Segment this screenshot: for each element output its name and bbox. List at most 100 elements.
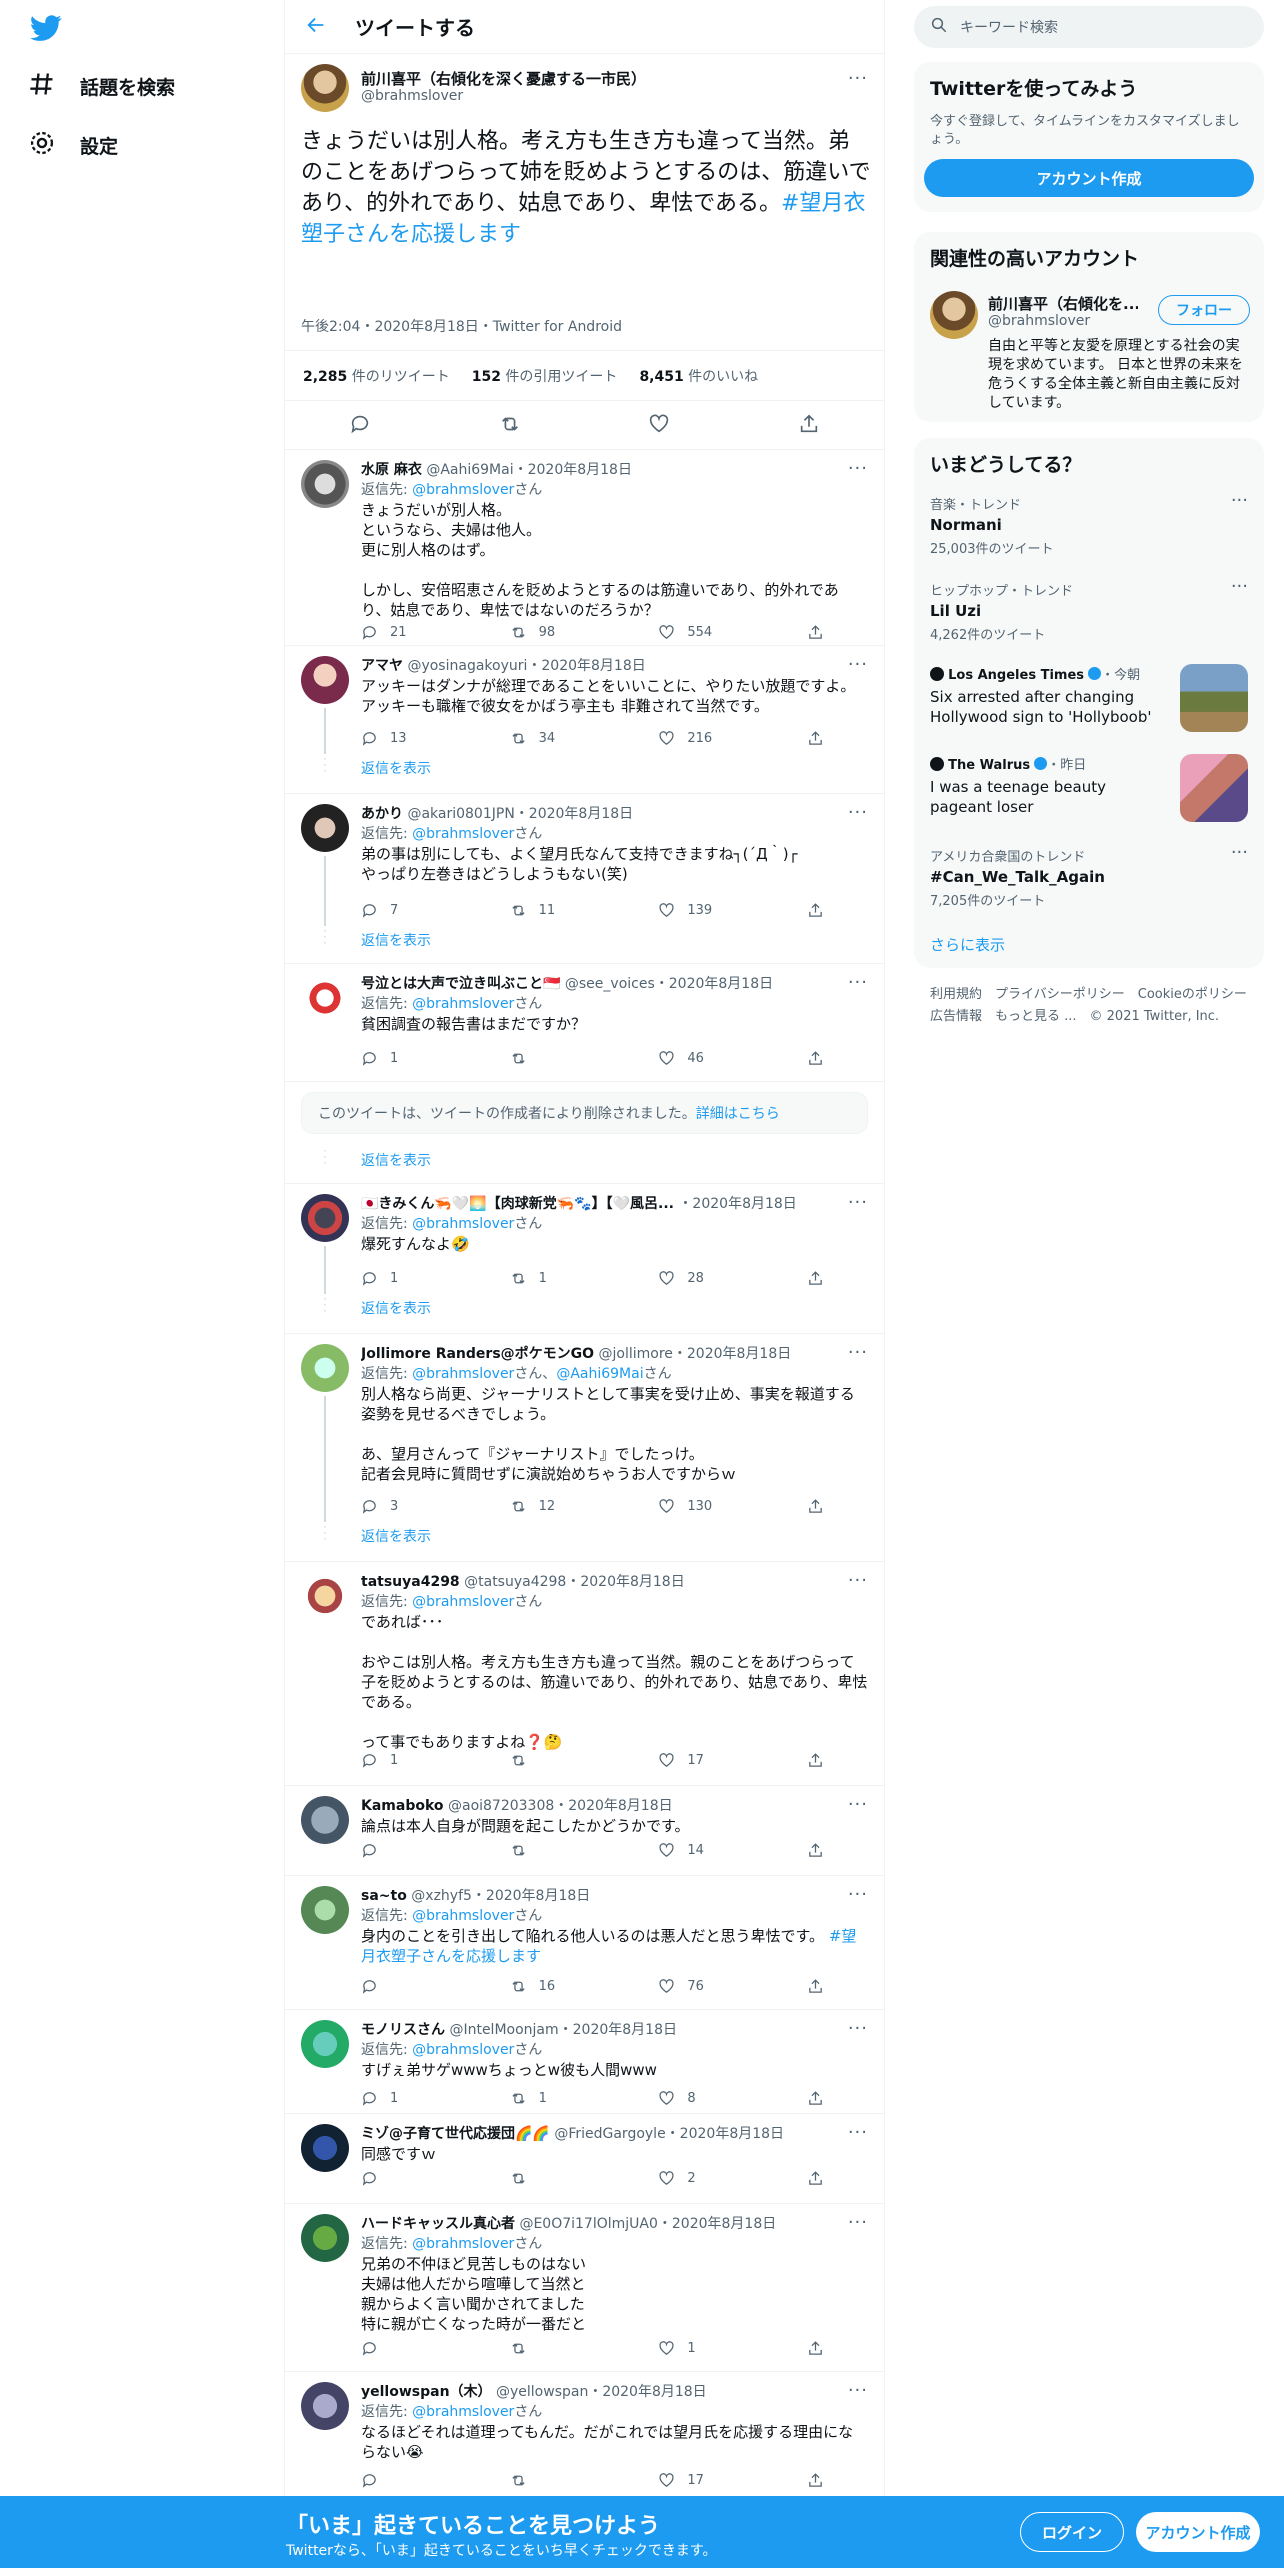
back-arrow-icon[interactable] — [305, 14, 327, 40]
avatar[interactable] — [301, 2020, 349, 2068]
avatar[interactable] — [301, 2124, 349, 2172]
show-replies-link[interactable]: 返信を表示 — [361, 1150, 431, 1170]
author-handle[interactable]: @brahmslover — [361, 88, 463, 104]
retweet-button[interactable] — [510, 1842, 620, 1859]
reply-button[interactable]: 3 — [361, 1498, 471, 1515]
author-handle[interactable]: @yosinagakoyuri・2020年8月18日 — [407, 658, 645, 674]
share-button[interactable] — [807, 902, 824, 919]
retweet-button[interactable] — [510, 2170, 620, 2187]
share-icon[interactable] — [798, 413, 820, 439]
show-more-link[interactable]: さらに表示 — [930, 934, 1005, 955]
author-handle[interactable]: @yellowspan・2020年8月18日 — [496, 2384, 707, 2400]
more-icon[interactable]: ··· — [848, 1794, 868, 1815]
more-icon[interactable]: ··· — [848, 68, 868, 89]
avatar[interactable] — [301, 64, 349, 112]
mention-link[interactable]: @brahmslover — [412, 996, 514, 1012]
like-button[interactable]: 17 — [658, 1752, 768, 1769]
avatar[interactable] — [301, 656, 349, 704]
reply-button[interactable]: 1 — [361, 1270, 471, 1287]
details-link[interactable]: 詳細はこちら — [696, 1103, 780, 1123]
share-button[interactable] — [807, 2090, 824, 2107]
reply-tweet[interactable]: ミゾ@子育て世代応援団🌈🌈 @FriedGargoyle・2020年8月18日 … — [285, 2114, 884, 2204]
more-icon[interactable]: ··· — [848, 458, 868, 479]
mention-link[interactable]: @Aahi69Mai — [556, 1366, 643, 1382]
share-button[interactable] — [807, 2340, 824, 2357]
like-button[interactable]: 2 — [658, 2170, 768, 2187]
like-button[interactable]: 139 — [658, 902, 768, 919]
mention-link[interactable]: @brahmslover — [412, 1216, 514, 1232]
mention-link[interactable]: @brahmslover — [412, 826, 514, 842]
avatar[interactable] — [930, 291, 978, 339]
avatar[interactable] — [301, 2382, 349, 2430]
avatar[interactable] — [301, 1194, 349, 1242]
reply-button[interactable]: 1 — [361, 2090, 471, 2107]
reply-tweet[interactable]: 水原 麻衣 @Aahi69Mai・2020年8月18日 返信先: @brahms… — [285, 450, 884, 646]
retweet-button[interactable] — [510, 2340, 620, 2357]
news-item[interactable]: Los Angeles Times ・今朝 Six arrested after… — [930, 664, 1248, 734]
reply-button[interactable] — [361, 2170, 471, 2187]
more-icon[interactable]: ··· — [848, 1884, 868, 1905]
author-name[interactable]: Kamaboko — [361, 1798, 444, 1814]
author-handle[interactable]: @akari0801JPN・2020年8月18日 — [407, 806, 633, 822]
author-handle[interactable]: @xzhyf5・2020年8月18日 — [411, 1888, 590, 1904]
more-icon[interactable]: ··· — [848, 2380, 868, 2401]
author-name[interactable]: アマヤ — [361, 658, 403, 674]
reply-button[interactable] — [361, 1978, 471, 1995]
news-item[interactable]: The Walrus ・昨日 I was a teenage beauty pa… — [930, 754, 1248, 824]
signup-button[interactable]: アカウント作成 — [1136, 2512, 1260, 2552]
mention-link[interactable]: @brahmslover — [412, 2236, 514, 2252]
more-icon[interactable]: ··· — [848, 1570, 868, 1591]
retweet-button[interactable]: 98 — [510, 624, 620, 641]
more-icon[interactable]: ··· — [848, 2122, 868, 2143]
more-icon[interactable]: ··· — [848, 1342, 868, 1363]
reply-button[interactable]: 21 — [361, 624, 471, 641]
reply-tweet[interactable]: Kamaboko @aoi87203308・2020年8月18日 論点は本人自身… — [285, 1786, 884, 1876]
author-name[interactable]: あかり — [361, 806, 403, 822]
like-button[interactable]: 554 — [658, 624, 768, 641]
author-name[interactable]: 前川喜平（右傾化を深く憂慮する一市民） — [361, 68, 646, 89]
like-button[interactable]: 8 — [658, 2090, 768, 2107]
reply-tweet[interactable]: yellowspan（木） @yellowspan・2020年8月18日 返信先… — [285, 2372, 884, 2502]
reply-button[interactable] — [361, 2472, 471, 2489]
quotes-stat[interactable]: 152 件の引用ツイート — [472, 366, 618, 386]
reply-tweet[interactable]: sa~to @xzhyf5・2020年8月18日 返信先: @brahmslov… — [285, 1876, 884, 2010]
reply-button[interactable]: 7 — [361, 902, 471, 919]
like-button[interactable]: 216 — [658, 730, 768, 747]
author-name[interactable]: 🇯🇵きみくん🦐🤍🌅【肉球新党🦐🐾】【🤍風呂... — [361, 1196, 674, 1212]
like-button[interactable]: 130 — [658, 1498, 768, 1515]
avatar[interactable] — [301, 804, 349, 852]
like-button[interactable]: 76 — [658, 1978, 768, 1995]
tweet-meta[interactable]: 午後2:04・2020年8月18日・Twitter for Android — [301, 316, 622, 336]
reply-tweet[interactable]: 号泣とは大声で泣き叫ぶこと🇸🇬 @see_voices・2020年8月18日 返… — [285, 964, 884, 1082]
share-button[interactable] — [807, 1050, 824, 1067]
reply-icon[interactable] — [349, 413, 371, 439]
author-handle[interactable]: @see_voices・2020年8月18日 — [565, 976, 773, 992]
reply-tweet[interactable]: tatsuya4298 @tatsuya4298・2020年8月18日 返信先:… — [285, 1562, 884, 1786]
mention-link[interactable]: @brahmslover — [412, 482, 514, 498]
retweet-button[interactable]: 1 — [510, 2090, 620, 2107]
mention-link[interactable]: @brahmslover — [412, 1594, 514, 1610]
author-name[interactable]: tatsuya4298 — [361, 1574, 460, 1590]
more-icon[interactable]: ··· — [848, 972, 868, 993]
reply-button[interactable] — [361, 2340, 471, 2357]
avatar[interactable] — [301, 1344, 349, 1392]
author-name[interactable]: ハードキャッスル真心者 — [361, 2216, 515, 2232]
trend-item[interactable]: 音楽・トレンド Normani 25,003件のツイート ··· — [930, 490, 1248, 557]
share-button[interactable] — [807, 2170, 824, 2187]
mention-link[interactable]: @brahmslover — [412, 1908, 514, 1924]
like-button[interactable]: 46 — [658, 1050, 768, 1067]
like-button[interactable]: 14 — [658, 1842, 768, 1859]
show-replies-link[interactable]: 返信を表示 — [361, 758, 431, 778]
author-name[interactable]: sa~to — [361, 1888, 407, 1904]
reply-button[interactable]: 13 — [361, 730, 471, 747]
retweet-button[interactable]: 11 — [510, 902, 620, 919]
reply-button[interactable]: 1 — [361, 1752, 471, 1769]
author-handle[interactable]: @jollimore・2020年8月18日 — [599, 1346, 792, 1362]
author-name[interactable]: 号泣とは大声で泣き叫ぶこと🇸🇬 — [361, 976, 560, 992]
share-button[interactable] — [807, 1270, 824, 1287]
author-name[interactable]: モノリスさん — [361, 2022, 445, 2038]
avatar[interactable] — [301, 2214, 349, 2262]
related-name[interactable]: 前川喜平（右傾化を... — [988, 293, 1138, 314]
more-icon[interactable]: ··· — [848, 2018, 868, 2039]
footer-line-2[interactable]: 広告情報 もっと見る ... © 2021 Twitter, Inc. — [930, 1006, 1260, 1028]
